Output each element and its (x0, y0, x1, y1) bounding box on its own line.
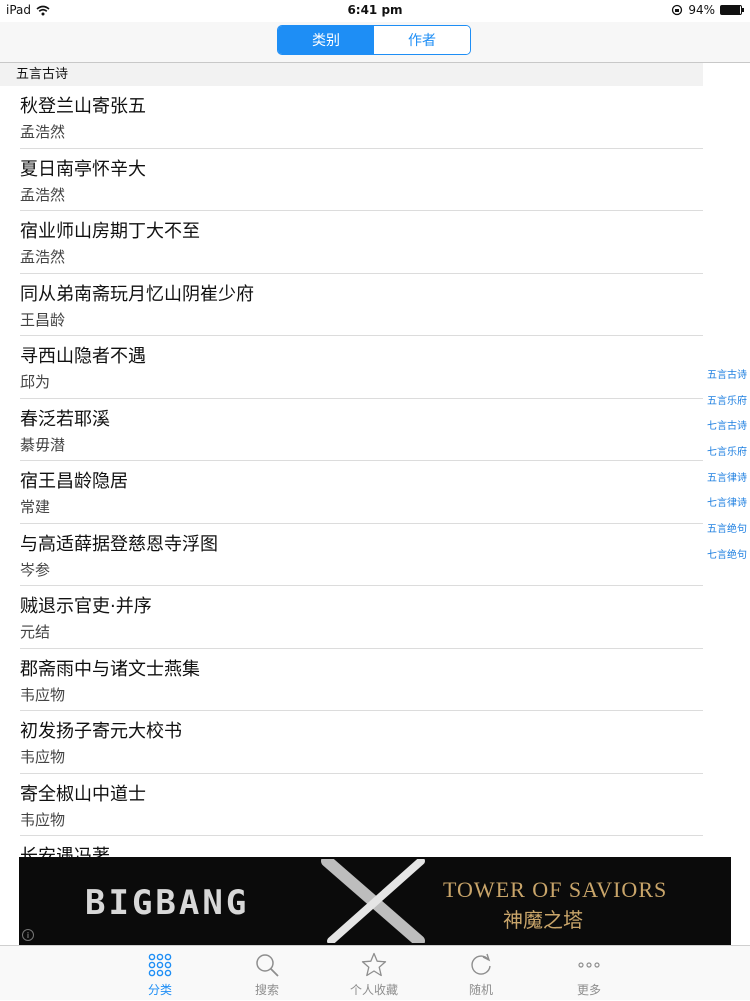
tab-search[interactable]: 搜索 (227, 946, 307, 1001)
poem-title: 宿业师山房期丁大不至 (20, 221, 200, 242)
segment-author[interactable]: 作者 (374, 26, 470, 54)
poem-title: 宿王昌龄隐居 (20, 471, 128, 492)
poem-author: 綦毋潜 (20, 435, 66, 454)
list-item[interactable]: 宿业师山房期丁大不至 孟浩然 (0, 211, 703, 274)
list-item[interactable]: 与高适薛据登慈恩寺浮图 岑参 (0, 524, 703, 587)
tab-category[interactable]: 分类 (120, 946, 200, 1001)
ad-x-mark-icon (321, 859, 425, 943)
list-item[interactable]: 春泛若耶溪 綦毋潜 (0, 399, 703, 462)
segmented-control: 类别 作者 (277, 25, 471, 55)
list-item[interactable]: 郡斋雨中与诸文士燕集 韦应物 (0, 649, 703, 712)
segment-category[interactable]: 类别 (278, 26, 374, 54)
tab-label: 随机 (468, 983, 493, 997)
poem-author: 孟浩然 (20, 123, 66, 141)
battery-level (721, 6, 740, 14)
tab-label: 个人收藏 (349, 983, 398, 997)
poem-title: 与高适薛据登慈恩寺浮图 (20, 533, 218, 555)
poem-title: 夏日南亭怀辛大 (20, 158, 146, 180)
poem-author: 王昌龄 (20, 310, 66, 329)
index-item[interactable]: 五言乐府 (704, 389, 750, 415)
ad-game-subtitle: 神魔之塔 (503, 910, 583, 932)
section-header: 五言古诗 (0, 63, 703, 86)
poem-author: 常建 (20, 498, 51, 516)
list-item[interactable]: 宿王昌龄隐居 常建 (0, 461, 703, 524)
poem-title: 秋登兰山寄张五 (20, 96, 146, 117)
index-item[interactable]: 七言绝句 (704, 543, 750, 569)
battery-icon (720, 5, 744, 15)
list-item[interactable]: 秋登兰山寄张五 孟浩然 (0, 86, 703, 149)
list-item[interactable]: 初发扬子寄元大校书 韦应物 (0, 711, 703, 774)
tab-favorites[interactable]: 个人收藏 (334, 946, 414, 1001)
poem-title: 春泛若耶溪 (20, 408, 110, 430)
poem-author: 岑参 (20, 560, 51, 579)
more-dots-icon (578, 962, 600, 968)
tab-label: 更多 (576, 983, 601, 997)
tab-random[interactable]: 随机 (441, 946, 521, 1001)
star-icon (361, 952, 387, 977)
tab-bar: 分类 搜索 个人收藏 随机 更多 (0, 945, 750, 1000)
list-item[interactable]: 贼退示官吏·并序 元结 (0, 586, 703, 649)
nav-bar: 类别 作者 (0, 22, 750, 63)
refresh-icon (471, 953, 491, 975)
poem-author: 邱为 (20, 373, 51, 391)
ad-left-text: BIGBANG (85, 883, 250, 923)
index-item[interactable]: 七言律诗 (704, 491, 750, 517)
index-item[interactable]: 五言绝句 (704, 517, 750, 543)
list-item[interactable]: 同从弟南斋玩月忆山阴崔少府 王昌龄 (0, 274, 703, 337)
poem-title: 寻西山隐者不遇 (20, 346, 146, 367)
poem-title: 寄全椒山中道士 (20, 783, 146, 805)
search-icon (256, 954, 279, 977)
index-item[interactable]: 七言乐府 (704, 440, 750, 466)
status-bar: iPad 6:41 pm 94% (0, 0, 750, 22)
index-item[interactable]: 五言律诗 (704, 466, 750, 492)
section-index: 五言古诗 五言乐府 七言古诗 七言乐府 五言律诗 七言律诗 五言绝句 七言绝句 (704, 363, 750, 569)
tab-more[interactable]: 更多 (549, 946, 629, 1001)
poem-author: 韦应物 (20, 685, 66, 704)
list-item[interactable]: 寻西山隐者不遇 邱为 (0, 336, 703, 399)
grid-dots-icon (148, 953, 172, 977)
rotation-lock-icon (672, 4, 683, 16)
tab-label: 搜索 (254, 983, 279, 997)
poem-author: 韦应物 (20, 810, 66, 829)
index-item[interactable]: 五言古诗 (704, 363, 750, 389)
ad-game-title: TOWER OF SAVIORS (443, 877, 668, 902)
battery-percent: 94% (688, 3, 715, 17)
poem-list[interactable]: 秋登兰山寄张五 孟浩然 夏日南亭怀辛大 孟浩然 宿业师山房期丁大不至 孟浩然 同… (0, 86, 703, 861)
poem-title: 同从弟南斋玩月忆山阴崔少府 (20, 283, 254, 305)
poem-author: 元结 (20, 623, 51, 641)
index-item[interactable]: 七言古诗 (704, 414, 750, 440)
ad-banner[interactable]: BIGBANG TOWER OF SAVIORS 神魔之塔 i (19, 857, 731, 945)
status-time: 6:41 pm (347, 3, 403, 17)
poem-title: 初发扬子寄元大校书 (20, 721, 182, 742)
poem-title: 郡斋雨中与诸文士燕集 (20, 658, 200, 680)
poem-title: 贼退示官吏·并序 (20, 596, 152, 617)
ad-info-icon[interactable]: i (22, 929, 34, 941)
poem-author: 韦应物 (20, 748, 66, 766)
tab-label: 分类 (147, 983, 172, 997)
poem-author: 孟浩然 (20, 185, 66, 204)
list-item[interactable]: 寄全椒山中道士 韦应物 (0, 774, 703, 837)
list-item[interactable]: 夏日南亭怀辛大 孟浩然 (0, 149, 703, 212)
poem-author: 孟浩然 (20, 248, 66, 266)
